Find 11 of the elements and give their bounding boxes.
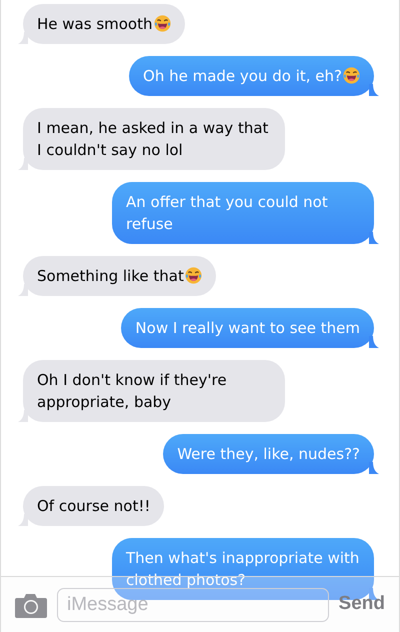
- message-text: Oh he made you do it, eh?: [143, 67, 360, 85]
- send-button[interactable]: Send: [338, 590, 385, 619]
- message-text: An offer that you could not refuse: [126, 193, 328, 233]
- message-text: He was smooth: [37, 15, 170, 33]
- message-text: Oh I don't know if they're appropriate, baby: [37, 371, 227, 411]
- message-text: Something like that: [37, 267, 202, 285]
- message-text: Of course not!!: [37, 497, 150, 515]
- message-text: I mean, he asked in a way that I couldn't say no lol: [37, 119, 268, 159]
- message-text: Were they, like, nudes??: [177, 445, 360, 463]
- message-field[interactable]: iMessage: [57, 588, 329, 622]
- message-text: Now I really want to see them: [135, 319, 360, 337]
